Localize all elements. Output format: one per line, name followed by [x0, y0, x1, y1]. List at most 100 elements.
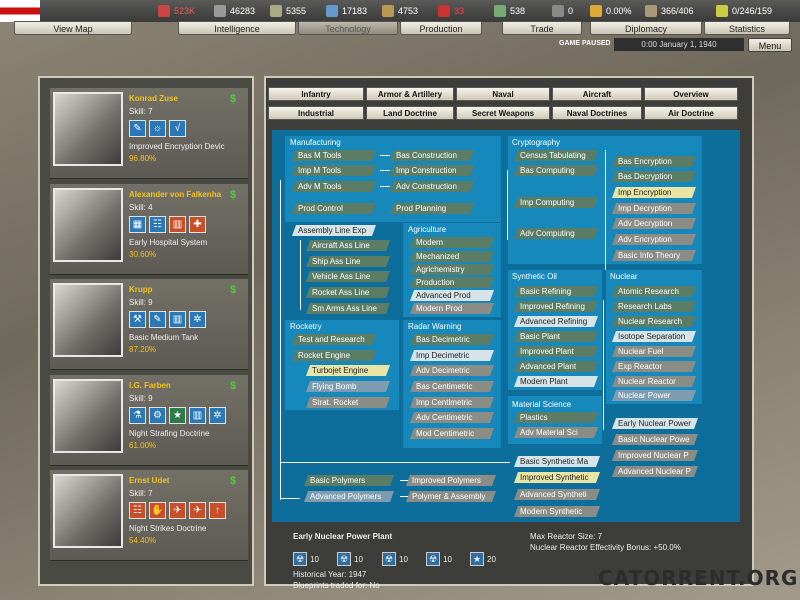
- tech-adv-material-sci[interactable]: Adv Material Sci: [514, 427, 598, 438]
- team-slot[interactable]: Konrad Zuse $ Skill: 7 ✎ ☼ √ Improved Encr…: [50, 88, 248, 179]
- tech-test-and-research[interactable]: Test and Research: [292, 334, 376, 345]
- team-slot[interactable]: I.G. Farben $ Skill: 9 ⚗ ⚙ ★ ▥ ✲ Night Straf…: [50, 375, 248, 466]
- tech-imp-computing[interactable]: Imp Computing: [514, 197, 598, 208]
- tech-adv-m-tools[interactable]: Adv M Tools: [292, 181, 376, 192]
- tech-imp-decryption[interactable]: Imp Decryption: [612, 203, 696, 214]
- tech-imp-decimetric[interactable]: Imp Decimetric: [410, 350, 494, 361]
- tech-modern[interactable]: Modern: [410, 237, 494, 248]
- tech-early-nuclear-power[interactable]: Early Nuclear Power: [612, 418, 698, 429]
- tech-bas-encryption[interactable]: Bas Encryption: [612, 156, 696, 167]
- category-land-doctrine[interactable]: Land Doctrine: [366, 106, 454, 120]
- tech-nuclear-fuel[interactable]: Nuclear Fuel: [612, 346, 696, 357]
- tech-basic-nuclear-power[interactable]: Basic Nuclear Powe: [612, 434, 698, 445]
- tech-improved-plant[interactable]: Improved Plant: [514, 346, 598, 357]
- tech-bas-m-tools[interactable]: Bas M Tools: [292, 150, 376, 161]
- tech-mod-centimetric[interactable]: Mod Centimetric: [410, 428, 494, 439]
- team-slot[interactable]: Alexander von Falkenha $ Skill: 4 ▦ ☷ ▥ ✚ E…: [50, 184, 248, 275]
- tech-nuclear-reactor[interactable]: Nuclear Reactor: [612, 376, 696, 387]
- tech-basic-refining[interactable]: Basic Refining: [514, 286, 598, 297]
- tech-research-labs[interactable]: Research Labs: [612, 301, 696, 312]
- tech-aircraft-ass-line[interactable]: Aircraft Ass Line: [306, 240, 390, 251]
- category-armor-artillery[interactable]: Armor & Artillery: [366, 87, 454, 101]
- team-slot[interactable]: Krupp $ Skill: 9 ⚒ ✎ ▥ ✲ Basic Medium Tank …: [50, 279, 248, 370]
- team-specialities: ☷ ✋ ✈ ✈ ↑: [129, 502, 226, 519]
- tech-mechanized[interactable]: Mechanized: [410, 251, 494, 262]
- nation-flag: [0, 0, 40, 22]
- tech-modern-plant[interactable]: Modern Plant: [514, 376, 598, 387]
- tech-advanced-nuclear-power[interactable]: Advanced Nuclear P: [612, 466, 698, 477]
- tech-basic-synthetic-material[interactable]: Basic Synthetic Ma: [514, 456, 600, 467]
- tech-nuclear-power[interactable]: Nuclear Power: [612, 390, 696, 401]
- tech-strat-rocket[interactable]: Strat. Rocket: [306, 397, 390, 408]
- tech-assembly-line[interactable]: Assembly Line Exp: [292, 225, 376, 236]
- tech-plastics[interactable]: Plastics: [514, 412, 598, 423]
- category-infantry[interactable]: Infantry: [268, 87, 364, 101]
- tab-trade[interactable]: Trade: [502, 21, 582, 35]
- team-slot[interactable]: Ernst Udet $ Skill: 7 ☷ ✋ ✈ ✈ ↑ Night Strike…: [50, 470, 248, 561]
- tab-diplomacy[interactable]: Diplomacy: [590, 21, 702, 35]
- tech-adv-centimetric[interactable]: Adv Centimetric: [410, 412, 494, 423]
- tech-adv-computing[interactable]: Adv Computing: [514, 228, 598, 239]
- tech-polymer-assembly[interactable]: Polymer & Assembly: [406, 491, 496, 502]
- tech-ship-ass-line[interactable]: Ship Ass Line: [306, 256, 390, 267]
- tech-prod-planning[interactable]: Prod Planning: [390, 203, 474, 214]
- tech-vehicle-ass-line[interactable]: Vehicle Ass Line: [306, 271, 390, 282]
- tech-adv-decimetric[interactable]: Adv Decimetric: [410, 365, 494, 376]
- tab-intelligence[interactable]: Intelligence: [178, 21, 296, 35]
- tech-improved-polymers[interactable]: Improved Polymers: [406, 475, 496, 486]
- tech-turbojet-engine[interactable]: Turbojet Engine: [306, 365, 390, 376]
- tech-nuclear-research[interactable]: Nuclear Research: [612, 316, 696, 327]
- category-aircraft[interactable]: Aircraft: [552, 87, 642, 101]
- category-secret-weapons[interactable]: Secret Weapons: [456, 106, 550, 120]
- tech-production[interactable]: Production: [410, 277, 494, 288]
- tech-improved-nuclear-power[interactable]: Improved Nuclear P: [612, 450, 698, 461]
- tech-sm-arms-ass-line[interactable]: Sm Arms Ass Line: [306, 303, 390, 314]
- tech-prod-control[interactable]: Prod Control: [292, 203, 376, 214]
- research-teams-panel: Konrad Zuse $ Skill: 7 ✎ ☼ √ Improved Encr…: [38, 76, 254, 586]
- tech-advanced-prod[interactable]: Advanced Prod: [410, 290, 494, 301]
- tech-imp-m-tools[interactable]: Imp M Tools: [292, 165, 376, 176]
- category-naval[interactable]: Naval: [456, 87, 550, 101]
- tab-view-map[interactable]: View Map: [14, 21, 132, 35]
- tech-imp-encryption[interactable]: Imp Encryption: [612, 187, 696, 198]
- tab-technology[interactable]: Technology: [298, 21, 398, 35]
- tech-adv-construction[interactable]: Adv Construction: [390, 181, 474, 192]
- tech-bas-centimetric[interactable]: Bas Centimetric: [410, 381, 494, 392]
- tech-isotope-separation[interactable]: Isotope Separation: [612, 331, 696, 342]
- tab-statistics[interactable]: Statistics: [704, 21, 790, 35]
- tech-advanced-refining[interactable]: Advanced Refining: [514, 316, 598, 327]
- tech-atomic-research[interactable]: Atomic Research: [612, 286, 696, 297]
- tech-advanced-plant[interactable]: Advanced Plant: [514, 361, 598, 372]
- category-air-doctrine[interactable]: Air Doctrine: [644, 106, 738, 120]
- tech-imp-centimetric[interactable]: Imp Centimetric: [410, 397, 494, 408]
- tech-agrichemistry[interactable]: Agrichemistry: [410, 264, 494, 275]
- tech-basic-info-theory[interactable]: Basic Info Theory: [612, 250, 696, 261]
- tech-basic-polymers[interactable]: Basic Polymers: [304, 475, 394, 486]
- tech-advanced-synthetic[interactable]: Advanced Syntheti: [514, 489, 600, 500]
- tech-flying-bomb[interactable]: Flying Bomb: [306, 381, 390, 392]
- tech-basic-plant[interactable]: Basic Plant: [514, 331, 598, 342]
- tech-bas-decryption[interactable]: Bas Decryption: [612, 171, 696, 182]
- tech-improved-synthetic[interactable]: Improved Synthetic: [514, 472, 600, 483]
- tech-advanced-polymers[interactable]: Advanced Polymers: [304, 491, 394, 502]
- team-project: Night Strafing Doctrine: [129, 429, 210, 438]
- tech-bas-decimetric[interactable]: Bas Decimetric: [410, 334, 494, 345]
- tech-census-tabulating[interactable]: Census Tabulating: [514, 150, 598, 161]
- tech-adv-encryption[interactable]: Adv Encryption: [612, 234, 696, 245]
- tech-improved-refining[interactable]: Improved Refining: [514, 301, 598, 312]
- menu-button[interactable]: Menu: [748, 38, 792, 52]
- tech-rocket-ass-line[interactable]: Rocket Ass Line: [306, 287, 390, 298]
- tech-adv-decryption[interactable]: Adv Decryption: [612, 218, 696, 229]
- tech-modern-synthetic[interactable]: Modern Synthetic: [514, 506, 600, 517]
- tech-bas-construction[interactable]: Bas Construction: [390, 150, 474, 161]
- tech-modern-prod[interactable]: Modern Prod: [410, 303, 494, 314]
- tech-rocket-engine[interactable]: Rocket Engine: [292, 350, 376, 361]
- tab-production[interactable]: Production: [400, 21, 482, 35]
- category-overview[interactable]: Overview: [644, 87, 738, 101]
- tech-imp-construction[interactable]: Imp Construction: [390, 165, 474, 176]
- category-industrial[interactable]: Industrial: [268, 106, 364, 120]
- tech-bas-computing[interactable]: Bas Computing: [514, 165, 598, 176]
- resource-bar: 523K 46283 5355 17183 4753 33 538 0 0.00…: [0, 0, 800, 22]
- category-naval-doctrines[interactable]: Naval Doctrines: [552, 106, 642, 120]
- tech-exp-reactor[interactable]: Exp Reactor: [612, 361, 696, 372]
